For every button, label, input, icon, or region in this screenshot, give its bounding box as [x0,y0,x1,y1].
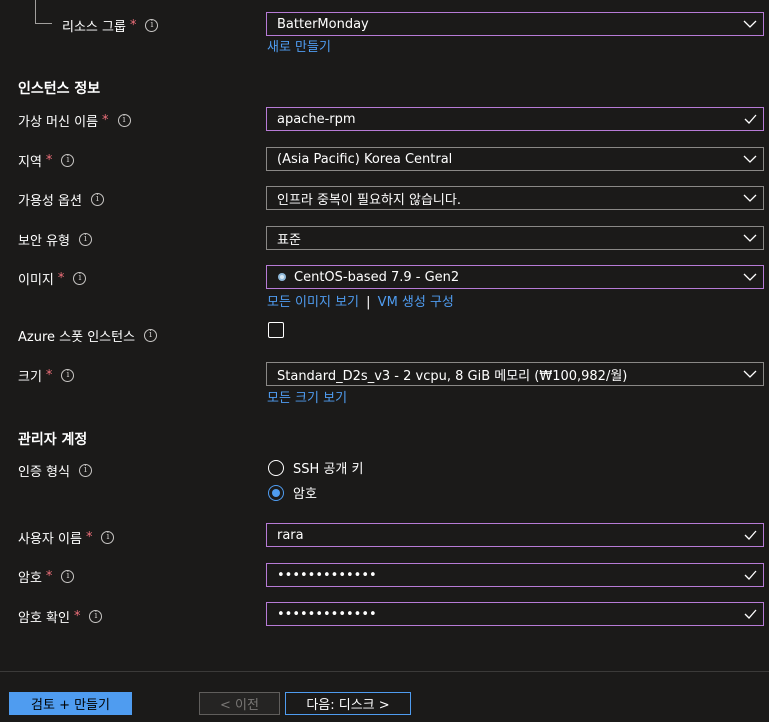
image-value: CentOS-based 7.9 - Gen2 [294,269,460,285]
checkmark-icon [737,108,763,130]
region-value: (Asia Pacific) Korea Central [277,151,453,167]
spot-instance-checkbox[interactable] [268,322,284,338]
resource-group-label-row: 리소스 그룹 * i [62,16,159,35]
info-icon[interactable]: i [73,272,87,285]
info-icon[interactable]: i [90,193,104,206]
size-select[interactable]: Standard_D2s_v3 - 2 vcpu, 8 GiB 메모리 (₩10… [266,362,764,386]
image-label: 이미지 [18,273,54,288]
chevron-down-icon [737,227,763,249]
availability-label: 가용성 옵션 [18,194,82,209]
password-confirm-value: ••••••••••••• [277,606,377,622]
required-marker: * [45,569,53,584]
see-all-sizes-link[interactable]: 모든 크기 보기 [267,387,347,406]
radio-circle[interactable] [268,459,284,476]
required-marker: * [57,271,65,286]
spot-label-row: Azure 스폿 인스턴스 i [18,326,158,345]
link-separator: | [366,295,371,310]
configure-vm-generation-link[interactable]: VM 생성 구성 [378,295,454,310]
info-icon[interactable]: i [78,464,92,477]
vm-name-input[interactable]: apache-rpm [266,107,764,131]
radio-circle-selected[interactable] [268,484,284,501]
username-label: 사용자 이름 [18,532,82,547]
info-icon[interactable]: i [61,154,75,167]
chevron-down-icon [737,187,763,209]
info-icon[interactable]: i [144,329,158,342]
vm-name-label-row: 가상 머신 이름 * i [18,111,131,130]
security-type-select[interactable]: 표준 [266,226,764,250]
see-all-images-link[interactable]: 모든 이미지 보기 [267,295,359,310]
checkmark-icon [737,524,763,546]
auth-type-label: 인증 형식 [18,465,70,480]
username-input[interactable]: rara [266,523,764,547]
password-label-row: 암호 * i [18,567,75,586]
info-icon[interactable]: i [89,610,103,623]
required-marker: * [129,18,137,33]
password-confirm-label-row: 암호 확인 * i [18,607,103,626]
image-select[interactable]: CentOS-based 7.9 - Gen2 [266,265,764,289]
radio-password[interactable]: 암호 [268,483,317,502]
availability-label-row: 가용성 옵션 i [18,190,104,209]
create-new-resource-group-link[interactable]: 새로 만들기 [267,36,331,55]
spot-label: Azure 스폿 인스턴스 [18,330,136,345]
radio-password-label: 암호 [293,487,317,502]
required-marker: * [45,153,53,168]
required-marker: * [73,609,81,624]
checkmark-icon [737,603,763,625]
vm-name-label: 가상 머신 이름 [18,115,99,130]
region-label-row: 지역 * i [18,151,75,170]
password-confirm-input[interactable]: ••••••••••••• [266,602,764,626]
review-create-button[interactable]: 검토 + 만들기 [9,692,132,715]
info-icon[interactable]: i [145,19,159,32]
availability-select[interactable]: 인프라 중복이 필요하지 않습니다. [266,186,764,210]
radio-ssh-label: SSH 공개 키 [293,462,364,477]
password-value: ••••••••••••• [277,567,377,583]
chevron-down-icon [737,13,763,35]
previous-button[interactable]: < 이전 [199,692,280,715]
tree-connector [35,0,52,24]
username-value: rara [277,527,304,543]
section-title-instance: 인스턴스 정보 [18,81,101,97]
password-confirm-label: 암호 확인 [18,611,70,626]
size-label-row: 크기 * i [18,366,75,385]
resource-group-select[interactable]: BatterMonday [266,12,764,36]
radio-ssh-public-key[interactable]: SSH 공개 키 [268,458,363,477]
required-marker: * [85,530,93,545]
chevron-down-icon [737,266,763,288]
size-label: 크기 [18,370,42,385]
info-icon[interactable]: i [117,114,131,127]
security-type-label: 보안 유형 [18,234,70,249]
resource-group-value: BatterMonday [277,16,369,32]
username-label-row: 사용자 이름 * i [18,528,115,547]
centos-icon [277,272,287,282]
info-icon[interactable]: i [78,233,92,246]
chevron-down-icon [737,363,763,385]
resource-group-label: 리소스 그룹 [62,20,126,35]
required-marker: * [45,368,53,383]
required-marker: * [102,113,109,128]
image-links: 모든 이미지 보기 | VM 생성 구성 [267,291,454,310]
next-disks-button[interactable]: 다음: 디스크 > [285,692,411,715]
region-select[interactable]: (Asia Pacific) Korea Central [266,147,764,171]
info-icon[interactable]: i [101,531,115,544]
info-icon[interactable]: i [61,570,75,583]
section-title-admin: 관리자 계정 [18,432,88,448]
region-label: 지역 [18,155,42,170]
checkmark-icon [737,564,763,586]
size-value: Standard_D2s_v3 - 2 vcpu, 8 GiB 메모리 (₩10… [277,368,628,384]
availability-value: 인프라 중복이 필요하지 않습니다. [277,192,461,208]
info-icon[interactable]: i [61,369,75,382]
vm-name-value: apache-rpm [277,111,356,127]
image-label-row: 이미지 * i [18,269,87,288]
password-input[interactable]: ••••••••••••• [266,563,764,587]
security-type-label-row: 보안 유형 i [18,230,92,249]
auth-type-label-row: 인증 형식 i [18,461,92,480]
chevron-down-icon [737,148,763,170]
footer-divider [0,671,769,672]
password-label: 암호 [18,571,42,586]
security-type-value: 표준 [277,232,301,248]
